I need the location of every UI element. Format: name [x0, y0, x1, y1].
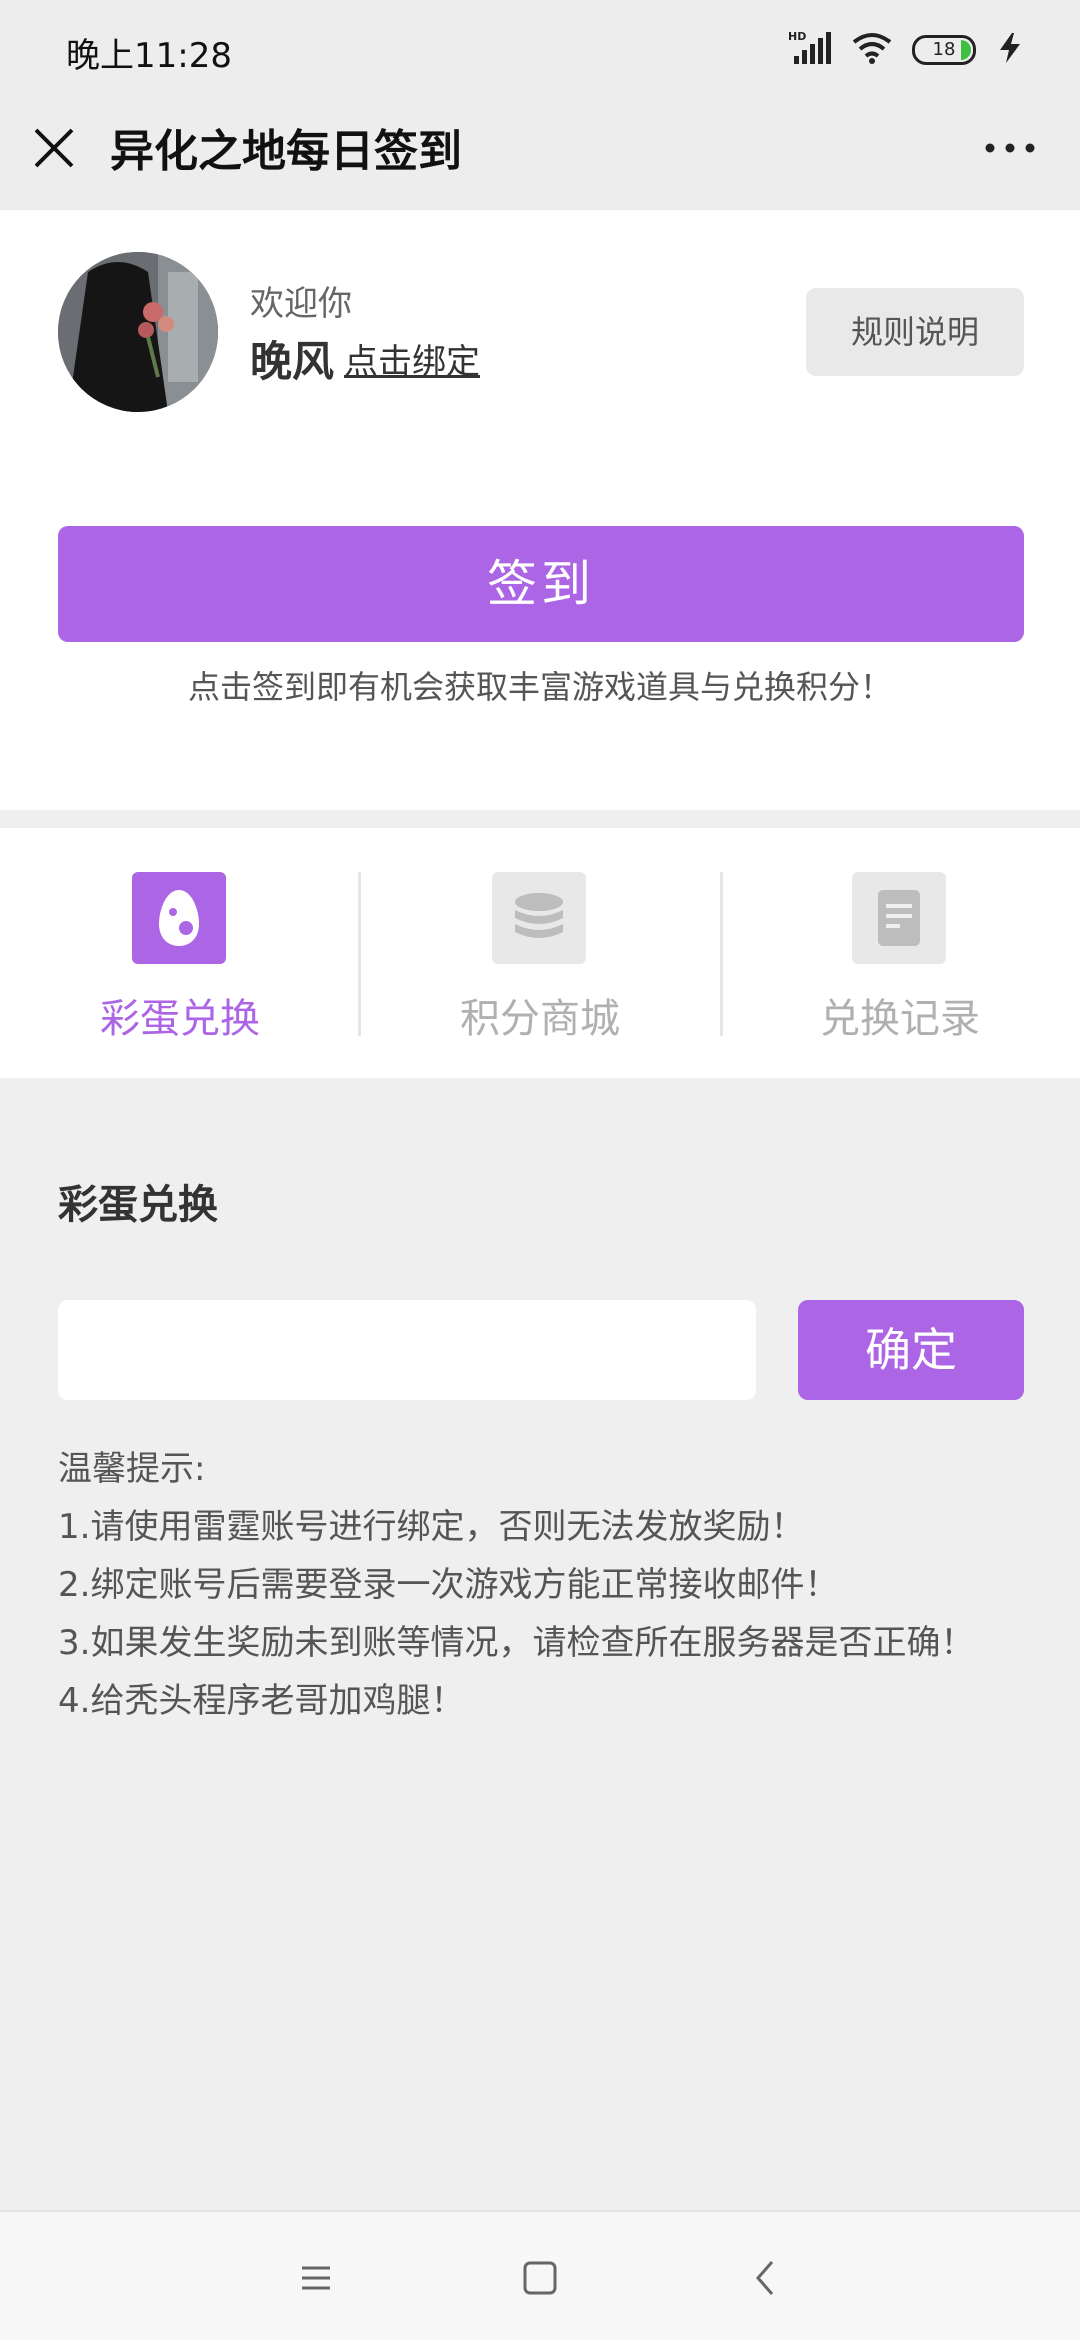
tab-label: 彩蛋兑换	[100, 996, 260, 1042]
record-icon	[852, 872, 946, 964]
system-nav-bar	[0, 2210, 1080, 2340]
status-icons: HD 18	[788, 30, 1024, 70]
rules-button[interactable]: 规则说明	[806, 288, 1024, 376]
more-icon[interactable]	[980, 128, 1040, 168]
battery-level: 18	[932, 39, 956, 60]
tip-line: 4.给秃头程序老哥加鸡腿！	[58, 1681, 465, 1721]
profile-card: 欢迎你 晚风 点击绑定 规则说明 签到 点击签到即有机会获取丰富游戏道具与兑换积…	[0, 210, 1080, 810]
back-icon[interactable]	[736, 2248, 796, 2308]
username: 晚风	[250, 337, 335, 386]
status-time: 晚上11:28	[66, 36, 232, 76]
tab-exchange-record[interactable]: 兑换记录	[720, 828, 1080, 1078]
wifi-icon	[852, 32, 892, 68]
tab-egg-exchange[interactable]: 彩蛋兑换	[0, 828, 360, 1078]
menu-icon[interactable]	[286, 2248, 346, 2308]
nav-bar: 异化之地每日签到	[0, 100, 1080, 210]
tips-heading: 温馨提示:	[58, 1449, 206, 1489]
coins-icon	[492, 872, 586, 964]
status-bar: 晚上11:28 HD 18	[0, 0, 1080, 100]
battery-icon: 18	[912, 35, 976, 65]
egg-code-input[interactable]	[58, 1300, 756, 1400]
signal-icon: HD	[788, 30, 832, 70]
checkin-button[interactable]: 签到	[58, 526, 1024, 642]
hd-label: HD	[788, 30, 806, 43]
egg-icon	[132, 872, 226, 964]
tips-block: 温馨提示: 1.请使用雷霆账号进行绑定，否则无法发放奖励！ 2.绑定账号后需要登…	[58, 1440, 1038, 1730]
tab-bar: 彩蛋兑换 积分商城 兑换记录	[0, 828, 1080, 1078]
avatar	[58, 252, 218, 412]
tab-label: 兑换记录	[820, 996, 980, 1042]
tab-points-mall[interactable]: 积分商城	[360, 828, 720, 1078]
tab-label: 积分商城	[460, 996, 620, 1042]
close-icon[interactable]	[28, 122, 80, 174]
welcome-text: 欢迎你	[250, 284, 352, 324]
section-title: 彩蛋兑换	[58, 1182, 218, 1228]
confirm-button[interactable]: 确定	[798, 1300, 1024, 1400]
screen: 晚上11:28 HD 18 异化之地每日签到 欢迎你 晚风 点击绑定 规则说明 …	[0, 0, 1080, 2340]
home-icon[interactable]	[510, 2248, 570, 2308]
bind-account-link[interactable]: 点击绑定	[344, 334, 480, 383]
tip-line: 3.如果发生奖励未到账等情况，请检查所在服务器是否正确！	[58, 1623, 975, 1663]
tip-line: 1.请使用雷霆账号进行绑定，否则无法发放奖励！	[58, 1507, 805, 1547]
tip-line: 2.绑定账号后需要登录一次游戏方能正常接收邮件！	[58, 1565, 839, 1605]
charging-icon	[996, 32, 1024, 68]
checkin-tip: 点击签到即有机会获取丰富游戏道具与兑换积分！	[187, 668, 892, 706]
page-title: 异化之地每日签到	[110, 126, 462, 177]
